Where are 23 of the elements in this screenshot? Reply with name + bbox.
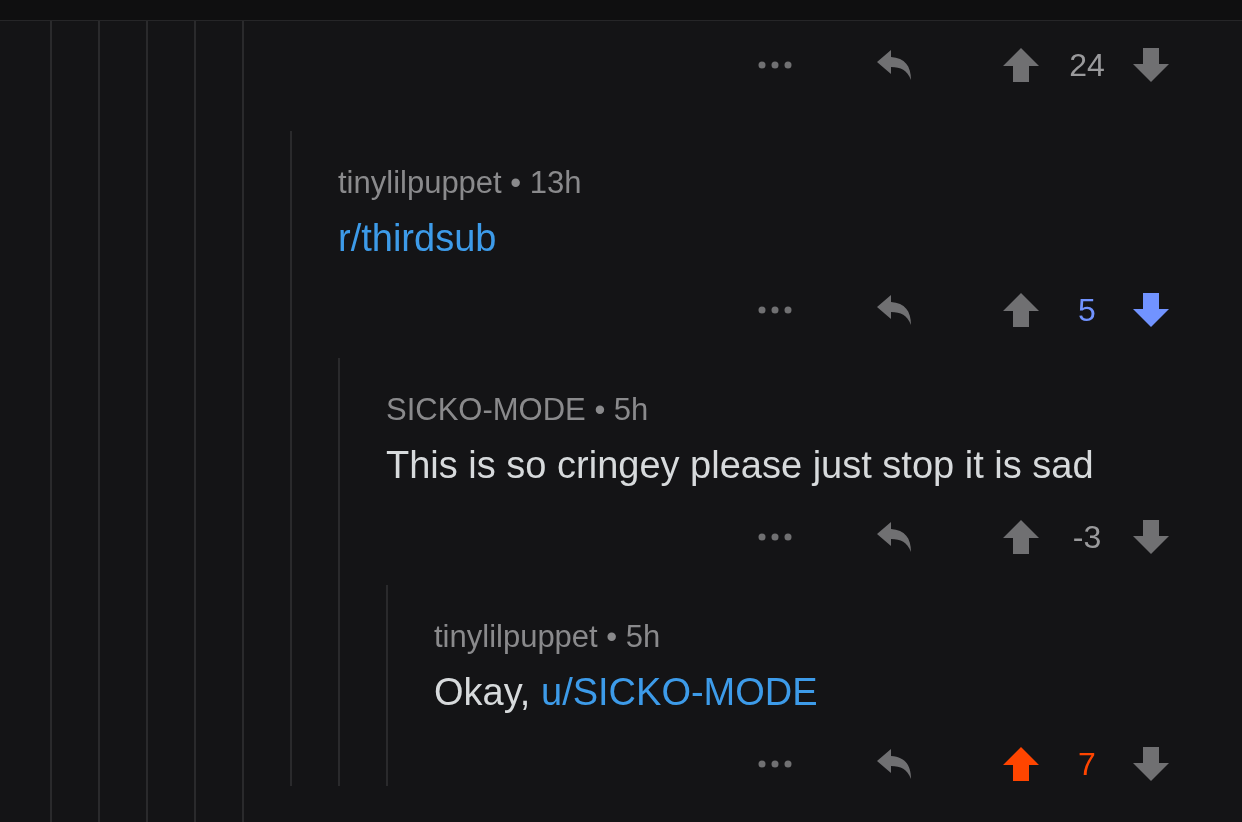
comment-text: Okay, u/SICKO-MODE	[434, 670, 819, 715]
more-options-icon[interactable]	[757, 59, 793, 71]
comment-byline: tinylilpuppet • 5h	[434, 618, 662, 656]
vote-score: 5	[1077, 291, 1097, 329]
downvote-icon[interactable]	[1132, 746, 1170, 782]
more-options-icon[interactable]	[757, 531, 793, 543]
downvote-icon[interactable]	[1132, 292, 1170, 328]
upvote-icon[interactable]	[1002, 47, 1040, 83]
more-options-icon[interactable]	[757, 304, 793, 316]
more-options-icon[interactable]	[757, 758, 793, 770]
upvote-icon[interactable]	[1002, 519, 1040, 555]
upvote-icon[interactable]	[1002, 746, 1040, 782]
upvote-icon[interactable]	[1002, 292, 1040, 328]
vote-score: 24	[1068, 46, 1106, 84]
vote-score: 7	[1077, 745, 1097, 783]
downvote-icon[interactable]	[1132, 519, 1170, 555]
comment-link[interactable]: u/SICKO-MODE	[541, 671, 818, 713]
vote-score: -3	[1071, 518, 1103, 556]
comment-text: This is so cringey please just stop it is sad	[386, 443, 1095, 488]
comment-byline: SICKO-MODE • 5h	[386, 391, 650, 429]
comment-byline: tinylilpuppet • 13h	[338, 164, 583, 202]
comment-link[interactable]: r/thirdsub	[338, 217, 497, 259]
downvote-icon[interactable]	[1132, 47, 1170, 83]
